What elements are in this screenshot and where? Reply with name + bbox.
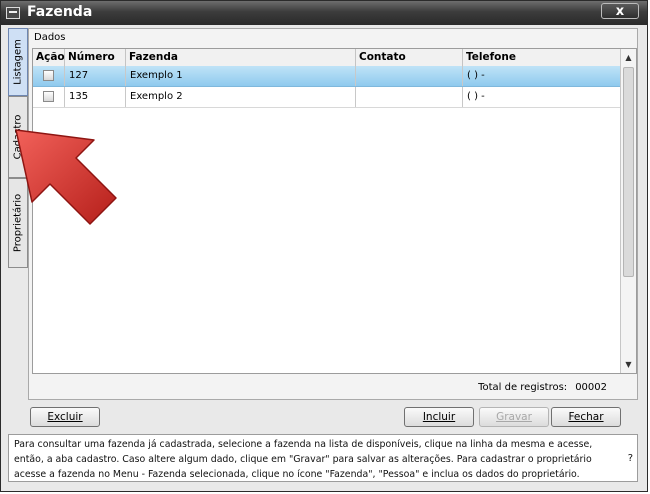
col-numero[interactable]: Número <box>65 49 126 66</box>
row-action-cell <box>33 87 65 107</box>
window-title: Fazenda <box>27 4 93 20</box>
row-checkbox[interactable] <box>43 70 54 81</box>
excluir-label: Excluir <box>47 411 83 423</box>
table-header: Ação Número Fazenda Contato Telefone <box>33 49 620 67</box>
total-value: 00002 <box>575 382 607 393</box>
help-text: Para consultar uma fazenda já cadastrada… <box>14 439 593 480</box>
fazenda-cell: Exemplo 1 <box>126 66 356 86</box>
col-contato[interactable]: Contato <box>356 49 463 66</box>
excluir-button[interactable]: Excluir <box>30 407 100 427</box>
row-checkbox[interactable] <box>43 91 54 102</box>
tab-listagem-label: Listagem <box>12 39 24 85</box>
scroll-thumb[interactable] <box>623 67 634 277</box>
table-row[interactable]: 127 Exemplo 1 ( ) - <box>33 66 620 87</box>
total-label: Total de registros: <box>478 382 568 393</box>
window-menu-icon[interactable] <box>6 7 20 19</box>
col-fazenda[interactable]: Fazenda <box>126 49 356 66</box>
action-buttons: Excluir Incluir Gravar Fechar <box>8 402 638 432</box>
arrow-shape <box>15 129 117 225</box>
scroll-down-icon[interactable]: ▼ <box>623 359 634 370</box>
title-bar: Fazenda x <box>1 1 647 25</box>
numero-cell: 127 <box>65 66 126 86</box>
close-button[interactable]: x <box>601 3 639 19</box>
contato-cell <box>356 66 463 86</box>
col-telefone[interactable]: Telefone <box>463 49 622 66</box>
row-action-cell <box>33 66 65 86</box>
fechar-label: Fechar <box>568 411 604 423</box>
fechar-button[interactable]: Fechar <box>551 407 621 427</box>
help-button[interactable]: ? <box>628 451 633 466</box>
table-row[interactable]: 135 Exemplo 2 ( ) - <box>33 87 620 108</box>
numero-cell: 135 <box>65 87 126 107</box>
col-acao[interactable]: Ação <box>33 49 65 66</box>
fazenda-table: Ação Número Fazenda Contato Telefone 127… <box>32 48 637 374</box>
section-label: Dados <box>34 32 66 43</box>
fazenda-cell: Exemplo 2 <box>126 87 356 107</box>
red-arrow-annotation <box>15 129 117 225</box>
incluir-button[interactable]: Incluir <box>404 407 474 427</box>
help-panel: Para consultar uma fazenda já cadastrada… <box>8 434 638 482</box>
gravar-button[interactable]: Gravar <box>479 407 549 427</box>
total-records: Total de registros: 00002 <box>478 382 607 393</box>
incluir-label: Incluir <box>422 411 456 423</box>
scroll-up-icon[interactable]: ▲ <box>623 52 634 63</box>
contato-cell <box>356 87 463 107</box>
gravar-label: Gravar <box>496 411 532 423</box>
telefone-cell: ( ) - <box>467 91 485 102</box>
tab-listagem[interactable]: Listagem <box>8 28 28 96</box>
vertical-scrollbar[interactable]: ▲ ▼ <box>620 49 636 373</box>
telefone-cell: ( ) - <box>467 70 485 81</box>
